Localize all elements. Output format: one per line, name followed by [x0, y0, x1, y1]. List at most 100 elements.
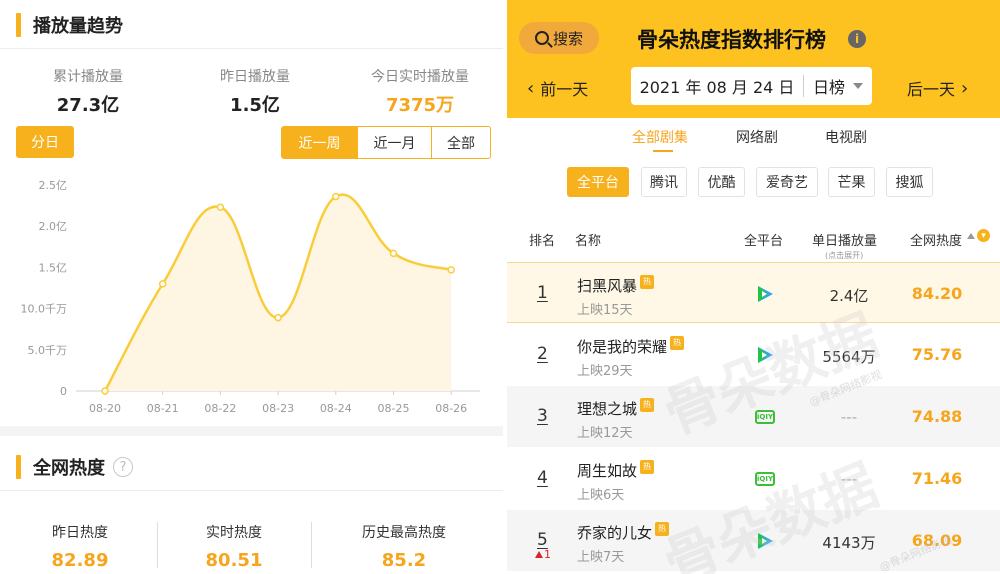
hot-badge: 热 [655, 521, 670, 536]
vertical-divider [311, 522, 312, 568]
period-select[interactable]: 日榜 [804, 74, 872, 98]
heat-index: 68.09 [911, 531, 963, 550]
range-selector: 近一周 近一月 全部 [281, 126, 491, 159]
tab-all-series[interactable]: 全部剧集 [632, 127, 688, 147]
tencent-video-icon [758, 286, 773, 302]
period-value: 日榜 [812, 78, 845, 97]
date-picker[interactable]: 2021 年 08 月 24 日 日榜 [631, 67, 872, 105]
iqiyi-icon: iQIY [755, 410, 775, 424]
sort-icon[interactable]: ▾ [967, 229, 990, 242]
series-name[interactable]: 你是我的荣耀热 [577, 335, 685, 357]
y-tick-label: 10.0千万 [21, 303, 68, 316]
release-days: 上映15天 [577, 303, 633, 318]
table-row[interactable]: 1 扫黑风暴热上映15天 2.4亿 84.20 [507, 262, 1000, 323]
hot-badge: 热 [670, 335, 685, 350]
platform-mango[interactable]: 芒果 [828, 167, 875, 197]
x-tick-label: 08-22 [204, 402, 236, 415]
daily-views: 2.4亿 [829, 287, 869, 305]
series-name[interactable]: 扫黑风暴热 [577, 274, 655, 296]
y-tick-label: 5.0千万 [28, 344, 68, 357]
ranking-header: 搜索 骨朵热度指数排行榜 i ‹ 前一天 2021 年 08 月 24 日 日榜… [507, 0, 1000, 118]
data-point [332, 192, 340, 201]
range-week-button[interactable]: 近一周 [282, 127, 357, 158]
data-point [158, 280, 167, 288]
data-point [101, 387, 109, 395]
tab-tv-series[interactable]: 电视剧 [825, 127, 867, 147]
y-tick-label: 2.0亿 [39, 220, 68, 233]
y-tick-label: 2.5亿 [39, 179, 68, 192]
daily-views: 4143万 [822, 534, 876, 552]
heat-label: 昨日热度 [52, 525, 108, 541]
platform-sohu[interactable]: 搜狐 [886, 167, 933, 197]
rank-change-value: 1 [544, 548, 551, 561]
heat-value: 80.51 [205, 550, 263, 571]
data-point [216, 203, 225, 211]
divider [0, 490, 503, 491]
series-name[interactable]: 理想之城热 [577, 397, 655, 419]
x-tick-label: 08-24 [320, 402, 352, 415]
heat-title: 全网热度 [33, 458, 105, 479]
platform-all[interactable]: 全平台 [567, 167, 629, 197]
series-name[interactable]: 乔家的儿女热 [577, 521, 670, 543]
iqiyi-icon: iQIY [755, 472, 775, 486]
daily-views: 5564万 [822, 348, 876, 366]
heat-label: 历史最高热度 [362, 525, 446, 541]
table-row[interactable]: 3 理想之城热上映12天 iQIY --- 74.88 [507, 386, 1000, 447]
hot-badge: 热 [640, 397, 655, 412]
table-row[interactable]: 4 周生如故热上映6天 iQIY --- 71.46 [507, 448, 1000, 509]
series-name[interactable]: 周生如故热 [577, 459, 655, 481]
y-axis-labels: 0 5.0千万 10.0千万 1.5亿 2.0亿 2.5亿 [21, 179, 68, 398]
platform-tencent[interactable]: 腾讯 [641, 167, 687, 197]
active-tab-underline [653, 150, 673, 152]
stat-label: 昨日播放量 [220, 69, 290, 85]
next-day-button[interactable]: 后一天 › [907, 76, 968, 100]
question-circle-icon[interactable]: ? [113, 457, 133, 477]
x-tick-label: 08-23 [262, 402, 294, 415]
prev-day-label: 前一天 [540, 80, 589, 99]
col-views[interactable]: 单日播放量 [812, 230, 877, 249]
next-day-label: 后一天 [907, 80, 956, 99]
info-icon[interactable]: i [848, 30, 866, 48]
daily-views: --- [840, 470, 858, 488]
x-axis-labels: 08-20 08-21 08-22 08-23 08-24 08-25 08-26 [89, 402, 467, 415]
hot-badge: 热 [640, 459, 655, 474]
data-point [447, 266, 455, 274]
col-heat[interactable]: 全网热度 [910, 230, 962, 249]
platform-youku[interactable]: 优酷 [698, 167, 745, 197]
trend-section-header: 播放量趋势 [16, 10, 123, 40]
max-heat-stat: 历史最高热度 85.2 [344, 522, 464, 571]
release-days: 上映12天 [577, 426, 633, 441]
rank-number: 4 [537, 468, 548, 488]
daily-button[interactable]: 分日 [16, 126, 74, 158]
yesterday-heat-stat: 昨日热度 82.89 [30, 522, 130, 571]
date-value: 2021 年 08 月 24 日 [639, 78, 795, 97]
platform-iqiyi[interactable]: 爱奇艺 [756, 167, 818, 197]
stat-label: 累计播放量 [53, 69, 123, 85]
x-tick-label: 08-21 [147, 402, 179, 415]
heat-index: 74.88 [911, 407, 963, 426]
y-tick-label: 0 [60, 385, 67, 398]
trend-panel: 播放量趋势 累计播放量 27.3亿 昨日播放量 1.5亿 今日实时播放量 737… [0, 0, 503, 574]
stat-label: 今日实时播放量 [371, 69, 469, 85]
sort-toggle-icon: ▾ [977, 229, 990, 242]
heat-label: 实时热度 [206, 525, 262, 541]
search-button[interactable]: 搜索 [519, 22, 599, 54]
tab-web-series[interactable]: 网络剧 [736, 127, 778, 147]
prev-day-button[interactable]: ‹ 前一天 [527, 76, 588, 100]
heat-index: 75.76 [911, 345, 963, 364]
rank-up-icon [535, 551, 543, 558]
range-all-button[interactable]: 全部 [431, 127, 490, 158]
tencent-video-icon [758, 347, 773, 363]
heat-value: 85.2 [381, 550, 427, 571]
tencent-video-icon [758, 533, 773, 549]
table-row[interactable]: 5 1 乔家的儿女热上映7天 4143万 68.09 [507, 510, 1000, 571]
data-point [389, 249, 398, 258]
range-month-button[interactable]: 近一月 [357, 127, 431, 158]
vertical-divider [157, 522, 158, 568]
series-title: 周生如故 [577, 462, 638, 480]
table-row[interactable]: 2 你是我的荣耀热上映29天 5564万 75.76 [507, 324, 1000, 385]
chevron-right-icon: › [961, 77, 969, 99]
rank-number: 5 [537, 530, 548, 550]
hot-badge: 热 [640, 274, 655, 289]
section-gap [0, 426, 503, 436]
